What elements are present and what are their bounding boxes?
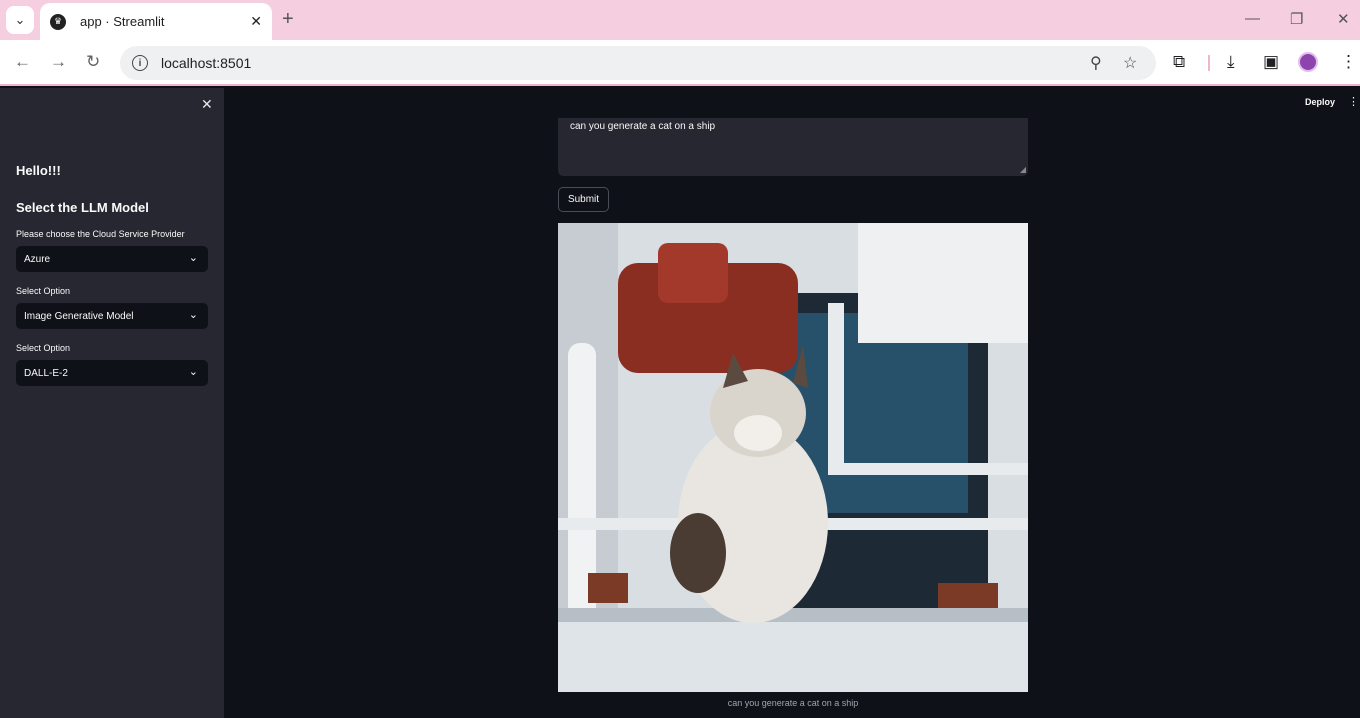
reload-icon[interactable]: ↻ <box>86 52 100 72</box>
cloud-provider-value: Azure <box>24 253 51 265</box>
generated-image <box>558 223 1028 692</box>
side-panel-icon[interactable]: ▣ <box>1263 52 1279 72</box>
submit-button[interactable]: Submit <box>558 187 609 212</box>
forward-arrow-icon[interactable]: → <box>50 52 67 72</box>
model-value: DALL-E-2 <box>24 367 68 379</box>
zoom-icon[interactable]: ⚲ <box>1090 53 1102 73</box>
cloud-provider-label: Please choose the Cloud Service Provider <box>16 229 185 239</box>
image-caption: can you generate a cat on a ship <box>727 698 859 708</box>
browser-menu-icon[interactable]: ⋮ <box>1340 52 1357 72</box>
browser-toolbar: ← → ↻ i localhost:8501 ⚲ ☆ ⧉ ⤓ ▣ ⋮ <box>0 40 1360 86</box>
restore-icon[interactable]: ❐ <box>1290 10 1303 28</box>
close-tab-icon[interactable]: ✕ <box>250 13 262 30</box>
prompt-text[interactable]: can you generate a cat on a ship <box>570 121 715 132</box>
close-sidebar-icon[interactable]: ✕ <box>201 96 213 113</box>
window-close-icon[interactable]: ✕ <box>1337 10 1350 28</box>
sidebar: ✕ Hello!!! Select the LLM Model Please c… <box>0 88 224 718</box>
browser-tab-bar: ⌄ ♛ app · Streamlit ✕ + — ❐ ✕ <box>0 0 1360 40</box>
chevron-down-icon: ⌄ <box>188 309 198 321</box>
resize-handle-icon[interactable]: ◢ <box>1020 165 1026 174</box>
deploy-button[interactable]: Deploy <box>1305 97 1335 107</box>
tab-title: app · Streamlit <box>80 14 165 29</box>
option-type-label: Select Option <box>16 286 71 296</box>
streamlit-favicon-icon: ♛ <box>50 13 66 30</box>
site-info-icon[interactable]: i <box>132 55 148 71</box>
back-arrow-icon[interactable]: ← <box>14 52 31 72</box>
url-text[interactable]: localhost:8501 <box>161 55 251 71</box>
download-icon[interactable]: ⤓ <box>1227 52 1235 72</box>
extensions-icon[interactable]: ⧉ <box>1173 52 1185 72</box>
app-menu-icon[interactable]: ⋮ <box>1348 95 1359 108</box>
browser-tab[interactable]: ♛ app · Streamlit ✕ <box>40 3 272 40</box>
new-tab-plus-icon[interactable]: + <box>282 8 294 31</box>
bookmark-star-icon[interactable]: ☆ <box>1123 53 1137 73</box>
sidebar-section-title: Select the LLM Model <box>16 200 149 215</box>
cloud-provider-select[interactable]: Azure ⌄ <box>16 246 208 272</box>
model-label: Select Option <box>16 343 71 353</box>
chevron-down-icon: ⌄ <box>188 366 198 378</box>
minimize-icon[interactable]: — <box>1245 10 1260 27</box>
sidebar-greeting: Hello!!! <box>16 163 61 178</box>
prompt-textarea[interactable]: can you generate a cat on a ship ◢ <box>558 118 1028 176</box>
address-bar[interactable]: i localhost:8501 ⚲ ☆ <box>120 46 1156 80</box>
option-type-select[interactable]: Image Generative Model ⌄ <box>16 303 208 329</box>
chevron-down-icon: ⌄ <box>188 252 198 264</box>
option-type-value: Image Generative Model <box>24 310 134 322</box>
cat-on-ship-image <box>558 223 1028 692</box>
tab-search-chevron-icon[interactable]: ⌄ <box>6 6 34 34</box>
profile-avatar[interactable] <box>1298 52 1318 72</box>
model-select[interactable]: DALL-E-2 ⌄ <box>16 360 208 386</box>
toolbar-divider <box>1208 55 1210 71</box>
